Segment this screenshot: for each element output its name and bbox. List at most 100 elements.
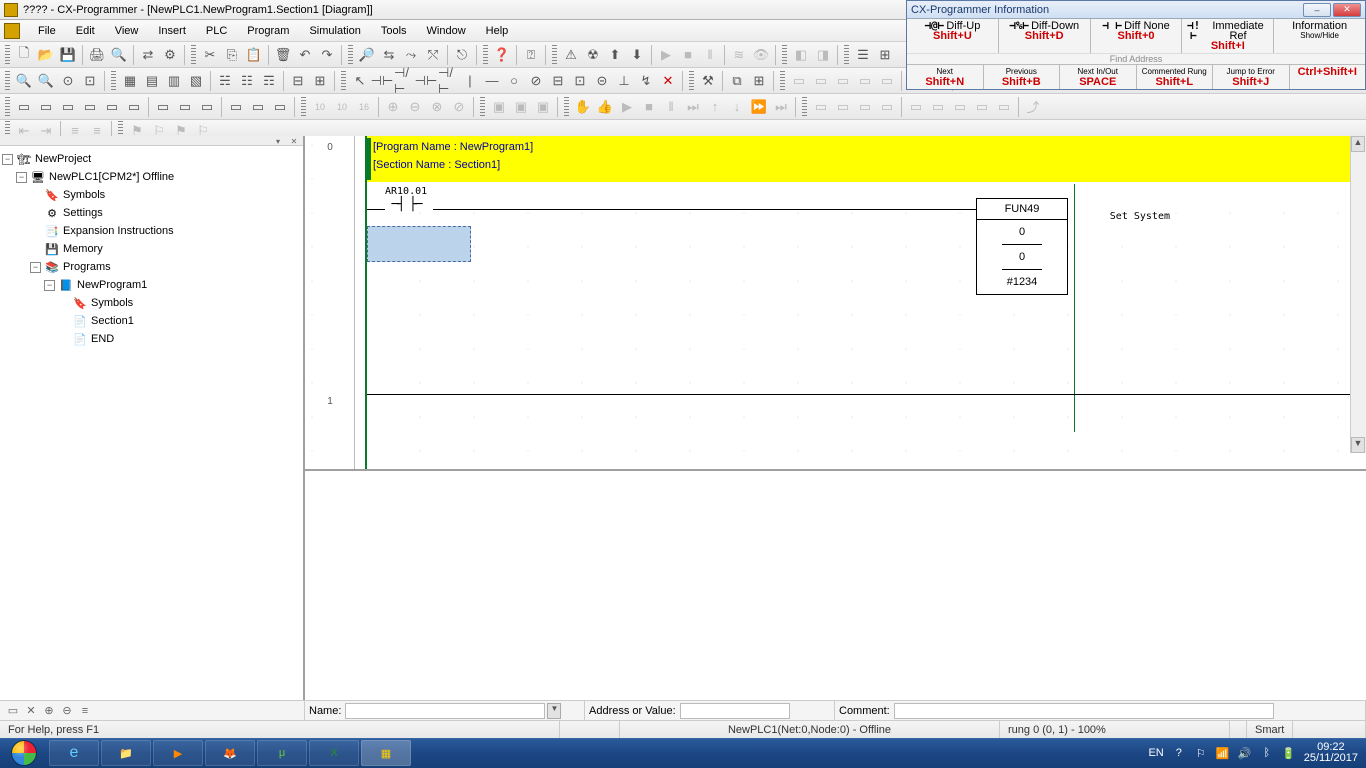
- step2-button[interactable]: ▭: [35, 96, 57, 118]
- next-button[interactable]: ⏭: [682, 96, 704, 118]
- view7-button[interactable]: ⊟: [287, 70, 309, 92]
- ladder-diagram[interactable]: 0 1 [Program Name : NewProgram1] [Sectio…: [305, 136, 1366, 469]
- online-button[interactable]: ⚠: [560, 44, 582, 66]
- branch-tool[interactable]: ⊥: [613, 70, 635, 92]
- cut-button[interactable]: ✂: [199, 44, 221, 66]
- transfer-to-button[interactable]: ⬆: [604, 44, 626, 66]
- comment-input[interactable]: [894, 703, 1274, 719]
- copy-button[interactable]: ⎘: [221, 44, 243, 66]
- pause-button[interactable]: ‖: [699, 44, 721, 66]
- props-button[interactable]: ⚙: [159, 44, 181, 66]
- tree-memory[interactable]: Memory: [63, 243, 103, 255]
- tree-expansion[interactable]: Expansion Instructions: [63, 225, 174, 237]
- step11-button[interactable]: ▭: [247, 96, 269, 118]
- undo-button[interactable]: ↶: [294, 44, 316, 66]
- zoom100-button[interactable]: ⊙: [57, 70, 79, 92]
- preview-button[interactable]: 🔍: [108, 44, 130, 66]
- step1-button[interactable]: ▭: [13, 96, 35, 118]
- menu-tools[interactable]: Tools: [371, 23, 417, 39]
- whatsthis-button[interactable]: ⍰: [520, 44, 542, 66]
- step4-button[interactable]: ▭: [79, 96, 101, 118]
- dbg-10b[interactable]: 10: [331, 96, 353, 118]
- replace-button[interactable]: ⇆: [378, 44, 400, 66]
- task-firefox[interactable]: 🦊: [205, 740, 255, 766]
- mon9[interactable]: ▭: [993, 96, 1015, 118]
- menu-help[interactable]: Help: [476, 23, 519, 39]
- task-utorrent[interactable]: μ: [257, 740, 307, 766]
- tree-root[interactable]: NewProject: [35, 153, 91, 165]
- tree-program[interactable]: NewProgram1: [77, 279, 147, 291]
- mon5[interactable]: ▭: [905, 96, 927, 118]
- sect3-button[interactable]: ▭: [832, 70, 854, 92]
- tray-action-icon[interactable]: ⚐: [1194, 746, 1208, 760]
- pane-close-icon[interactable]: ✕: [287, 137, 301, 145]
- zoomin-button[interactable]: 🔍: [13, 70, 35, 92]
- view5-button[interactable]: ☷: [236, 70, 258, 92]
- print-button[interactable]: 🖨: [86, 44, 108, 66]
- prop-btn-2[interactable]: ✕: [22, 702, 40, 720]
- info-close-button[interactable]: ✕: [1333, 3, 1361, 17]
- tree-section1[interactable]: Section1: [91, 315, 134, 327]
- task-cxprogrammer[interactable]: ▦: [361, 740, 411, 766]
- view3-button[interactable]: ▧: [185, 70, 207, 92]
- menu-insert[interactable]: Insert: [148, 23, 196, 39]
- findprev-button[interactable]: ⤲: [422, 44, 444, 66]
- compare-button[interactable]: ⇄: [137, 44, 159, 66]
- coil-tool[interactable]: ○: [503, 70, 525, 92]
- task-ie[interactable]: e: [49, 740, 99, 766]
- contact-nc-tool[interactable]: ⊣/⊢: [393, 70, 415, 92]
- sect4-button[interactable]: ▭: [854, 70, 876, 92]
- stepup-button[interactable]: ↑: [704, 96, 726, 118]
- stop2-button[interactable]: ■: [638, 96, 660, 118]
- mon7[interactable]: ▭: [949, 96, 971, 118]
- sect2-button[interactable]: ▭: [810, 70, 832, 92]
- tree-symbols[interactable]: Symbols: [63, 189, 105, 201]
- tray-bat-icon[interactable]: 🔋: [1282, 746, 1296, 760]
- contact-no-tool[interactable]: ⊣⊢: [371, 70, 393, 92]
- name-dropdown-icon[interactable]: ▼: [547, 703, 561, 719]
- mon6[interactable]: ▭: [927, 96, 949, 118]
- menu-program[interactable]: Program: [237, 23, 299, 39]
- view4-button[interactable]: ☵: [214, 70, 236, 92]
- delete-button[interactable]: 🗑: [272, 44, 294, 66]
- net-button[interactable]: ☰: [852, 44, 874, 66]
- dbg-10[interactable]: 10: [309, 96, 331, 118]
- tray-help-icon[interactable]: ?: [1172, 746, 1186, 760]
- menu-window[interactable]: Window: [417, 23, 476, 39]
- ff-button[interactable]: ⏩: [748, 96, 770, 118]
- play-button[interactable]: ▶: [616, 96, 638, 118]
- hline-tool[interactable]: —: [481, 70, 503, 92]
- view1-button[interactable]: ▤: [141, 70, 163, 92]
- task-excel[interactable]: X: [309, 740, 359, 766]
- sect5-button[interactable]: ▭: [876, 70, 898, 92]
- pane-menu-icon[interactable]: ▾: [271, 137, 285, 145]
- stepdn-button[interactable]: ↓: [726, 96, 748, 118]
- not-tool[interactable]: ⊝: [591, 70, 613, 92]
- tree-settings[interactable]: Settings: [63, 207, 103, 219]
- step7-button[interactable]: ▭: [152, 96, 174, 118]
- tree-plc[interactable]: NewPLC1[CPM2*] Offline: [49, 171, 174, 183]
- addr-input[interactable]: [680, 703, 790, 719]
- goto-button[interactable]: ⎋: [451, 44, 473, 66]
- view6-button[interactable]: ☶: [258, 70, 280, 92]
- sim-button[interactable]: ◧: [790, 44, 812, 66]
- dbg-a[interactable]: ⊕: [382, 96, 404, 118]
- redo-button[interactable]: ↷: [316, 44, 338, 66]
- mon2[interactable]: ▭: [832, 96, 854, 118]
- help-button[interactable]: ❓: [491, 44, 513, 66]
- menu-plc[interactable]: PLC: [196, 23, 237, 39]
- find-button[interactable]: 🔎: [356, 44, 378, 66]
- fun-tool[interactable]: ⊟: [547, 70, 569, 92]
- tray-clock[interactable]: 09:22 25/11/2017: [1304, 742, 1358, 764]
- step9-button[interactable]: ▭: [196, 96, 218, 118]
- end-button[interactable]: ⏭: [770, 96, 792, 118]
- sim-button-2[interactable]: ◨: [812, 44, 834, 66]
- dbg-b[interactable]: ⊖: [404, 96, 426, 118]
- menu-file[interactable]: File: [28, 23, 66, 39]
- menu-view[interactable]: View: [105, 23, 149, 39]
- contact-or-tool[interactable]: ⊣⊢: [415, 70, 437, 92]
- scroll-down-icon[interactable]: ▼: [1351, 437, 1365, 453]
- zoomout-button[interactable]: 🔍: [35, 70, 57, 92]
- select-tool[interactable]: ↖: [349, 70, 371, 92]
- tray-net-icon[interactable]: 📶: [1216, 746, 1230, 760]
